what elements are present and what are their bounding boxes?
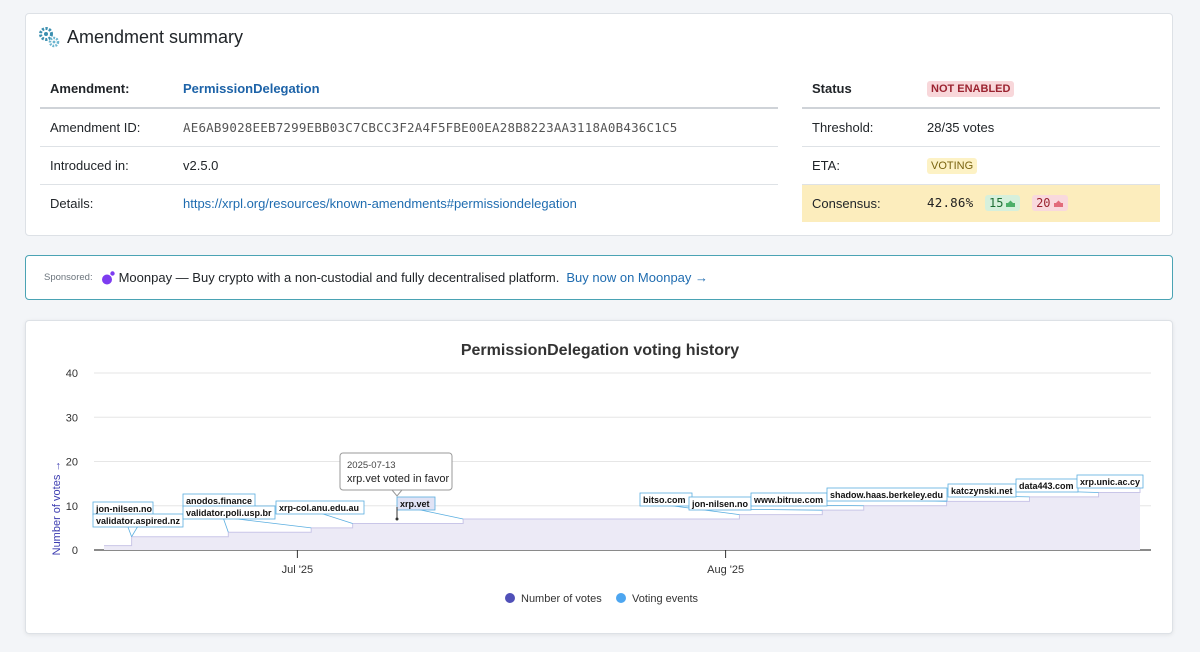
event-label: xrp.unic.ac.cy: [1080, 477, 1140, 487]
tooltip-pointer: [390, 489, 404, 497]
y-tick-label: 40: [66, 368, 78, 380]
row-introduced: Introduced in: v2.5.0: [40, 146, 778, 185]
x-tick-label: Jul '25: [282, 564, 313, 576]
event-connector: [228, 517, 312, 529]
chart-legend: Number of votes Voting events: [505, 593, 699, 605]
legend-label[interactable]: Number of votes: [521, 593, 602, 605]
event-connector: [319, 512, 353, 524]
details-key: Details:: [50, 195, 94, 211]
status-key: Status: [802, 70, 917, 109]
amendment-status-table: Status NOT ENABLED Threshold: 28/35 vote…: [802, 70, 1160, 222]
sponsored-banner: Sponsored: Moonpay — Buy crypto with a n…: [25, 255, 1173, 300]
amendment-summary-card: Amendment summary Amendment: PermissionD…: [25, 13, 1173, 236]
legend-label[interactable]: Voting events: [632, 593, 699, 605]
status-badge: NOT ENABLED: [927, 81, 1015, 97]
event-label: validator.poli.usp.br: [186, 508, 272, 518]
voting-history-chart-card: PermissionDelegation voting history 0 10 2…: [25, 320, 1173, 634]
thumbs-up-icon: [1006, 200, 1016, 207]
event-label: jon-nilsen.no: [691, 499, 748, 509]
y-tick-label: 20: [66, 457, 78, 469]
event-label: xrp.vet: [400, 499, 430, 509]
gears-icon: [38, 26, 60, 48]
tooltip-marker-dot: [395, 517, 399, 521]
yes-votes-pill: 15: [984, 195, 1021, 212]
y-tick-label: 30: [66, 412, 78, 424]
y-tick-label: 0: [72, 545, 78, 557]
card-header: Amendment summary: [38, 26, 243, 48]
row-details: Details: https://xrpl.org/resources/know…: [40, 184, 778, 222]
introduced-value: v2.5.0: [173, 146, 778, 185]
amendment-name-link[interactable]: PermissionDelegation: [183, 81, 320, 96]
details-link[interactable]: https://xrpl.org/resources/known-amendme…: [183, 196, 577, 211]
moonpay-logo-icon: [101, 270, 115, 285]
y-tick-label: 10: [66, 501, 78, 513]
event-label: bitso.com: [643, 495, 686, 505]
yes-votes-count: 15: [988, 196, 1004, 211]
no-votes-pill: 20: [1032, 195, 1068, 212]
tooltip-date: 2025-07-13: [347, 460, 396, 471]
event-connector: [131, 525, 139, 537]
amendment-key: Amendment:: [40, 70, 173, 109]
row-status: Status NOT ENABLED: [802, 70, 1160, 109]
row-amendment-id: Amendment ID: AE6AB9028EEB7299EBB03C7CBC…: [40, 108, 778, 147]
event-label: anodos.finance: [186, 496, 252, 506]
event-label: data443.com: [1019, 481, 1074, 491]
consensus-percent: 42.86%: [927, 195, 974, 211]
row-eta: ETA: VOTING: [802, 146, 1160, 185]
moonpay-buy-link[interactable]: Buy now on Moonpay →: [566, 270, 708, 285]
row-consensus: Consensus: 42.86% 15 20: [802, 184, 1160, 222]
eta-key: ETA:: [802, 146, 917, 185]
introduced-key: Introduced in:: [40, 146, 173, 185]
row-amendment: Amendment: PermissionDelegation: [40, 70, 778, 109]
amendment-id-key: Amendment ID:: [40, 108, 173, 147]
event-label: xrp-col.anu.edu.au: [279, 503, 359, 513]
x-tick-label: Aug '25: [707, 564, 744, 576]
event-label: shadow.haas.berkeley.edu: [830, 490, 943, 500]
thumbs-down-icon: [1053, 200, 1063, 207]
sponsored-label: Sponsored:: [44, 272, 93, 283]
sponsor-text: Moonpay — Buy crypto with a non-custodia…: [118, 270, 560, 285]
legend-swatch[interactable]: [616, 593, 626, 603]
legend-swatch[interactable]: [505, 593, 515, 603]
card-title: Amendment summary: [67, 26, 244, 47]
consensus-key: Consensus:: [802, 184, 917, 222]
event-label: jon-nilsen.no: [95, 504, 152, 514]
eta-badge: VOTING: [927, 157, 978, 174]
threshold-value: 28/35 votes: [917, 108, 1160, 147]
event-label: www.bitrue.com: [753, 495, 823, 505]
threshold-key: Threshold:: [802, 108, 917, 147]
amendment-id-value: AE6AB9028EEB7299EBB03C7CBCC3F2A4F5FBE00E…: [173, 108, 778, 147]
voting-history-chart: PermissionDelegation voting history 0 10 2…: [51, 342, 1151, 605]
row-threshold: Threshold: 28/35 votes: [802, 108, 1160, 147]
x-axis: Jul '25 Aug '25: [282, 550, 744, 576]
no-votes-count: 20: [1036, 196, 1051, 211]
y-axis-label: Number of votes →: [51, 461, 63, 556]
event-connector: [415, 508, 464, 520]
tooltip-text: xrp.vet voted in favor: [347, 473, 449, 485]
chart-title: PermissionDelegation voting history: [461, 342, 739, 359]
event-label: validator.aspired.nz: [96, 516, 181, 526]
event-label: katczynski.net: [951, 486, 1013, 496]
amendment-details-table: Amendment: PermissionDelegation Amendmen…: [40, 70, 778, 222]
